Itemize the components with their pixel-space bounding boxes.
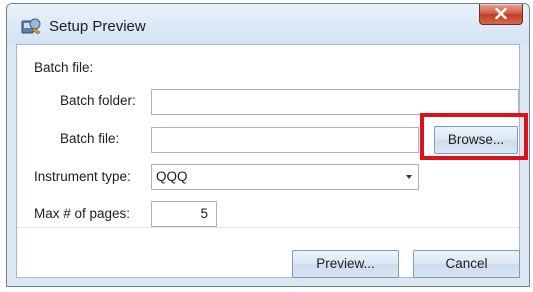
batch-file-input[interactable] <box>151 127 419 153</box>
setup-app-icon <box>21 17 41 35</box>
title-bar[interactable]: Setup Preview <box>7 4 529 44</box>
instrument-type-value: QQQ <box>156 169 188 184</box>
close-button[interactable] <box>479 4 523 25</box>
max-pages-label: Max # of pages: <box>34 206 131 221</box>
instrument-type-select[interactable]: QQQ <box>151 164 419 190</box>
browse-highlight-box <box>420 113 528 160</box>
preview-button[interactable]: Preview... <box>292 250 399 278</box>
window-title: Setup Preview <box>49 18 146 35</box>
chevron-down-icon <box>406 175 412 179</box>
cancel-button[interactable]: Cancel <box>413 250 520 278</box>
footer-divider <box>17 227 519 228</box>
instrument-type-label: Instrument type: <box>34 169 131 184</box>
batch-folder-input[interactable] <box>151 89 519 115</box>
max-pages-input[interactable]: 5 <box>151 201 217 227</box>
batch-file-section-label: Batch file: <box>34 60 94 75</box>
batch-folder-label: Batch folder: <box>60 93 136 108</box>
dialog-content: Batch file: Batch folder: Batch file: Br… <box>16 44 520 278</box>
close-icon <box>495 8 507 19</box>
batch-file-label: Batch file: <box>60 131 120 146</box>
